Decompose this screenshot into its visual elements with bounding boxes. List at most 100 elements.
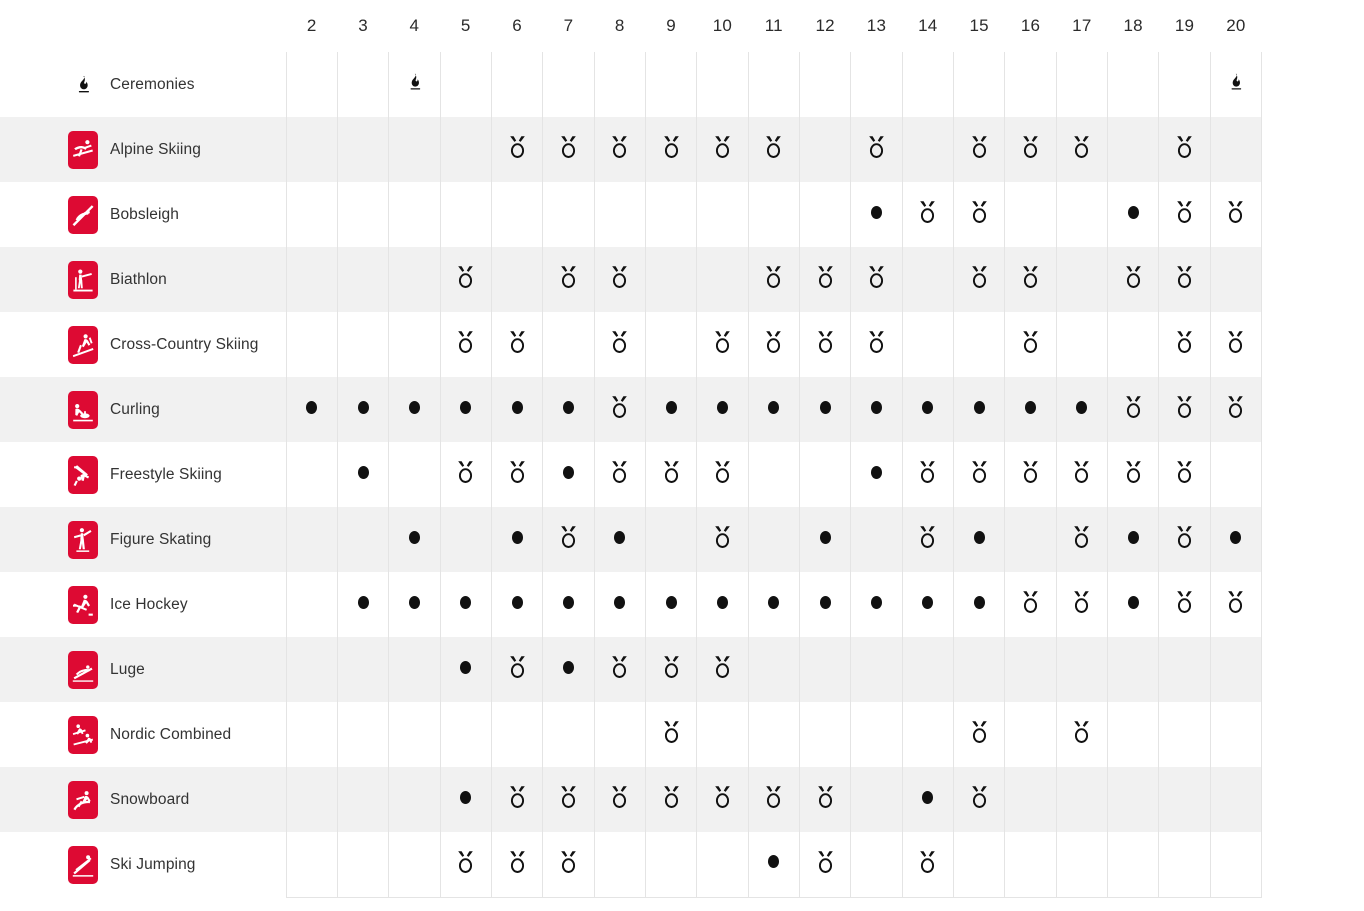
medal-event-cell-day-19[interactable] xyxy=(1158,312,1211,377)
medal-event-cell-day-10[interactable] xyxy=(696,312,749,377)
header-day-6[interactable]: 6 xyxy=(491,0,543,52)
event-cell-day-6[interactable] xyxy=(490,572,544,637)
sport-row-header[interactable]: Biathlon xyxy=(0,247,286,312)
medal-event-cell-day-19[interactable] xyxy=(1158,247,1211,312)
event-cell-day-4[interactable] xyxy=(388,377,441,442)
header-day-12[interactable]: 12 xyxy=(799,0,851,52)
event-cell-day-7[interactable] xyxy=(542,377,595,442)
header-day-16[interactable]: 16 xyxy=(1004,0,1057,52)
event-cell-day-14[interactable] xyxy=(901,767,954,832)
medal-event-cell-day-13[interactable] xyxy=(850,312,903,377)
sport-row-header[interactable]: Ice Hockey xyxy=(0,572,286,637)
event-cell-day-11[interactable] xyxy=(747,832,800,898)
medal-event-cell-day-8[interactable] xyxy=(593,117,646,182)
event-cell-day-17[interactable] xyxy=(1055,377,1109,442)
header-day-20[interactable]: 20 xyxy=(1210,0,1262,52)
medal-event-cell-day-6[interactable] xyxy=(490,767,544,832)
medal-event-cell-day-9[interactable] xyxy=(644,117,698,182)
medal-event-cell-day-19[interactable] xyxy=(1158,507,1211,572)
header-day-11[interactable]: 11 xyxy=(748,0,800,52)
event-cell-day-14[interactable] xyxy=(901,572,954,637)
event-cell-day-15[interactable] xyxy=(952,507,1006,572)
medal-event-cell-day-7[interactable] xyxy=(542,117,595,182)
header-day-10[interactable]: 10 xyxy=(696,0,749,52)
medal-event-cell-day-13[interactable] xyxy=(850,117,903,182)
ceremony-cell-day-20[interactable] xyxy=(1209,52,1263,117)
medal-event-cell-day-11[interactable] xyxy=(747,117,800,182)
medal-event-cell-day-7[interactable] xyxy=(542,247,595,312)
sport-row-header[interactable]: Ceremonies xyxy=(0,52,286,117)
sport-row-header[interactable]: Ski Jumping xyxy=(0,832,286,897)
sport-row-header[interactable]: Luge xyxy=(0,637,286,702)
event-cell-day-3[interactable] xyxy=(336,377,390,442)
event-cell-day-13[interactable] xyxy=(850,442,903,507)
medal-event-cell-day-15[interactable] xyxy=(952,702,1006,767)
event-cell-day-16[interactable] xyxy=(1004,377,1057,442)
event-cell-day-8[interactable] xyxy=(593,507,646,572)
medal-event-cell-day-15[interactable] xyxy=(952,182,1006,247)
event-cell-day-6[interactable] xyxy=(490,377,544,442)
sport-row-header[interactable]: Freestyle Skiing xyxy=(0,442,286,507)
medal-event-cell-day-17[interactable] xyxy=(1055,442,1109,507)
event-cell-day-10[interactable] xyxy=(696,572,749,637)
medal-event-cell-day-20[interactable] xyxy=(1209,572,1263,637)
medal-event-cell-day-20[interactable] xyxy=(1209,182,1263,247)
header-day-17[interactable]: 17 xyxy=(1056,0,1108,52)
event-cell-day-4[interactable] xyxy=(388,507,441,572)
medal-event-cell-day-5[interactable] xyxy=(439,312,492,377)
medal-event-cell-day-20[interactable] xyxy=(1209,312,1263,377)
medal-event-cell-day-15[interactable] xyxy=(952,442,1006,507)
event-cell-day-5[interactable] xyxy=(439,637,492,702)
medal-event-cell-day-8[interactable] xyxy=(593,312,646,377)
header-day-18[interactable]: 18 xyxy=(1107,0,1159,52)
event-cell-day-7[interactable] xyxy=(542,572,595,637)
medal-event-cell-day-10[interactable] xyxy=(696,637,749,702)
event-cell-day-3[interactable] xyxy=(336,442,390,507)
medal-event-cell-day-9[interactable] xyxy=(644,442,698,507)
medal-event-cell-day-17[interactable] xyxy=(1055,572,1109,637)
medal-event-cell-day-8[interactable] xyxy=(593,377,646,442)
medal-event-cell-day-12[interactable] xyxy=(798,832,852,898)
medal-event-cell-day-17[interactable] xyxy=(1055,702,1109,767)
medal-event-cell-day-10[interactable] xyxy=(696,767,749,832)
medal-event-cell-day-5[interactable] xyxy=(439,247,492,312)
header-day-4[interactable]: 4 xyxy=(388,0,441,52)
medal-event-cell-day-6[interactable] xyxy=(490,442,544,507)
event-cell-day-12[interactable] xyxy=(798,377,852,442)
medal-event-cell-day-8[interactable] xyxy=(593,442,646,507)
medal-event-cell-day-9[interactable] xyxy=(644,767,698,832)
medal-event-cell-day-14[interactable] xyxy=(901,507,954,572)
medal-event-cell-day-10[interactable] xyxy=(696,507,749,572)
medal-event-cell-day-5[interactable] xyxy=(439,442,492,507)
medal-event-cell-day-6[interactable] xyxy=(490,832,544,898)
header-day-15[interactable]: 15 xyxy=(953,0,1005,52)
medal-event-cell-day-18[interactable] xyxy=(1106,442,1160,507)
medal-event-cell-day-15[interactable] xyxy=(952,767,1006,832)
event-cell-day-13[interactable] xyxy=(850,182,903,247)
sport-row-header[interactable]: Bobsleigh xyxy=(0,182,286,247)
sport-row-header[interactable]: Snowboard xyxy=(0,767,286,832)
medal-event-cell-day-11[interactable] xyxy=(747,767,800,832)
event-cell-day-13[interactable] xyxy=(850,377,903,442)
medal-event-cell-day-8[interactable] xyxy=(593,637,646,702)
event-cell-day-18[interactable] xyxy=(1106,507,1160,572)
medal-event-cell-day-5[interactable] xyxy=(439,832,492,898)
medal-event-cell-day-19[interactable] xyxy=(1158,117,1211,182)
event-cell-day-9[interactable] xyxy=(644,572,698,637)
header-day-7[interactable]: 7 xyxy=(542,0,595,52)
event-cell-day-18[interactable] xyxy=(1106,182,1160,247)
medal-event-cell-day-18[interactable] xyxy=(1106,377,1160,442)
medal-event-cell-day-17[interactable] xyxy=(1055,117,1109,182)
event-cell-day-9[interactable] xyxy=(644,377,698,442)
medal-event-cell-day-16[interactable] xyxy=(1004,442,1057,507)
header-day-14[interactable]: 14 xyxy=(902,0,954,52)
medal-event-cell-day-14[interactable] xyxy=(901,442,954,507)
medal-event-cell-day-11[interactable] xyxy=(747,312,800,377)
medal-event-cell-day-20[interactable] xyxy=(1209,377,1263,442)
event-cell-day-15[interactable] xyxy=(952,377,1006,442)
header-day-19[interactable]: 19 xyxy=(1158,0,1211,52)
medal-event-cell-day-16[interactable] xyxy=(1004,572,1057,637)
medal-event-cell-day-6[interactable] xyxy=(490,637,544,702)
event-cell-day-6[interactable] xyxy=(490,507,544,572)
medal-event-cell-day-19[interactable] xyxy=(1158,442,1211,507)
